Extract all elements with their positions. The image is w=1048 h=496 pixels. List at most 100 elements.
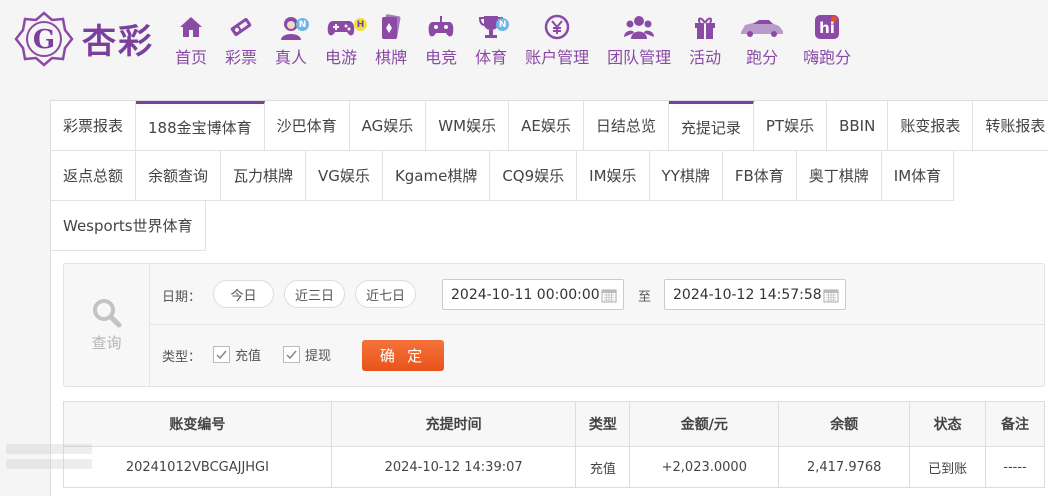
main-nav: 首页 彩票 N 真人 H 电游 棋牌 电竞 N 体育 账户管理 团队管理 活动 … — [166, 14, 860, 74]
deposit-checkbox-label: 充值 — [235, 349, 262, 364]
tab-ag-entertainment[interactable]: AG娱乐 — [349, 101, 427, 151]
nav-item-slots[interactable]: H 电游 — [316, 14, 368, 74]
start-date-input[interactable]: 2024-10-11 00:00:00 — [442, 279, 624, 310]
nav-item-sports[interactable]: N 体育 — [466, 14, 516, 74]
end-date-input[interactable]: 2024-10-12 14:57:58 — [664, 279, 846, 310]
nav-item-account[interactable]: 账户管理 — [516, 14, 598, 74]
svg-text:G: G — [33, 25, 55, 55]
nav-item-team[interactable]: 团队管理 — [598, 14, 680, 74]
brand-logo[interactable]: G 杏彩 — [14, 10, 164, 68]
last-3-days-button[interactable]: 近三日 — [284, 280, 345, 308]
deposit-checkbox[interactable]: 充值 — [213, 345, 261, 364]
start-date-value: 2024-10-11 00:00:00 — [451, 286, 600, 303]
lottery-icon — [226, 14, 256, 40]
cards-icon — [376, 14, 406, 40]
nav-item-pao[interactable]: 跑分 — [730, 14, 794, 74]
new-badge: N — [496, 18, 510, 31]
watermark-logo-icon — [6, 444, 92, 469]
confirm-button[interactable]: 确 定 — [362, 340, 444, 371]
tab-wesports[interactable]: Wesports世界体育 — [51, 201, 206, 251]
car-icon — [739, 14, 785, 40]
column-header: 余额 — [778, 401, 911, 447]
column-header: 类型 — [575, 401, 631, 447]
column-header: 充提时间 — [330, 401, 577, 447]
column-header: 备注 — [985, 401, 1045, 447]
tab-deposit-withdraw-records[interactable]: 充提记录 — [668, 101, 754, 151]
tab-rebate-total[interactable]: 返点总额 — [51, 151, 137, 201]
tab-saba-sports[interactable]: 沙巴体育 — [264, 101, 350, 151]
nav-item-cards[interactable]: 棋牌 — [366, 14, 416, 74]
team-icon — [624, 14, 655, 40]
tab-kgame-cards[interactable]: Kgame棋牌 — [382, 151, 491, 201]
check-icon — [216, 350, 227, 360]
esports-controller-icon — [426, 14, 456, 40]
nav-item-esports[interactable]: 电竞 — [416, 14, 466, 74]
check-icon — [286, 350, 297, 360]
tab-bbin[interactable]: BBIN — [827, 101, 889, 151]
nav-item-activities[interactable]: 活动 — [680, 14, 730, 74]
nav-item-label: 电游 — [325, 48, 358, 67]
query-form: 查询 日期： 今日 近三日 近七日 2024-10-11 00:00:00 至 … — [63, 263, 1045, 387]
brand-logo-icon: G — [14, 11, 74, 67]
tab-account-change-report[interactable]: 账变报表 — [888, 101, 974, 151]
nav-item-label: 棋牌 — [375, 48, 408, 67]
nav-item-lottery[interactable]: 彩票 — [216, 14, 266, 74]
calendar-icon — [601, 289, 617, 303]
nav-item-label: 真人 — [275, 48, 308, 67]
date-row: 日期： 今日 近三日 近七日 2024-10-11 00:00:00 至 202… — [150, 264, 1045, 325]
tab-wali-cards[interactable]: 瓦力棋牌 — [221, 151, 307, 201]
tab-im-entertainment[interactable]: IM娱乐 — [577, 151, 650, 201]
table-row: 20241012VBCGAJJHGI 2024-10-12 14:39:07 充… — [63, 446, 1045, 488]
last-7-days-button[interactable]: 近七日 — [355, 280, 416, 308]
query-side[interactable]: 查询 — [64, 264, 150, 386]
today-button[interactable]: 今日 — [213, 280, 274, 308]
nav-item-hi-pao[interactable]: hi 嗨跑分 — [794, 14, 860, 74]
type-label: 类型： — [162, 350, 202, 365]
tab-yy-cards[interactable]: YY棋牌 — [649, 151, 723, 201]
tab-vg-entertainment[interactable]: VG娱乐 — [306, 151, 383, 201]
nav-item-live[interactable]: N 真人 — [266, 14, 316, 74]
nav-item-label: 彩票 — [225, 48, 258, 67]
tab-wm-entertainment[interactable]: WM娱乐 — [426, 101, 510, 151]
records-table: 账变编号 充提时间 类型 金额/元 余额 状态 备注 20241012VBCGA… — [63, 401, 1045, 488]
record-time-cell: 2024-10-12 14:39:07 — [330, 446, 577, 488]
tab-pt-entertainment[interactable]: PT娱乐 — [753, 101, 828, 151]
home-icon — [176, 14, 206, 40]
tab-balance-query[interactable]: 余额查询 — [136, 151, 222, 201]
nav-item-label: 团队管理 — [607, 48, 672, 67]
tab-lottery-report[interactable]: 彩票报表 — [51, 101, 137, 151]
nav-item-label: 电竞 — [425, 48, 458, 67]
tab-cq9-entertainment[interactable]: CQ9娱乐 — [490, 151, 578, 201]
tab-odin-cards[interactable]: 奥丁棋牌 — [796, 151, 882, 201]
brand-name: 杏彩 — [82, 22, 154, 62]
checkbox-box — [283, 346, 300, 363]
date-label: 日期： — [162, 290, 202, 305]
header: G 杏彩 首页 彩票 N 真人 H 电游 棋牌 电竞 N 体育 账户管理 团队管… — [0, 0, 1048, 82]
tab-fb-sports[interactable]: FB体育 — [722, 151, 797, 201]
tab-im-sports[interactable]: IM体育 — [881, 151, 955, 201]
column-header: 状态 — [909, 401, 987, 447]
tab-188bet-sports[interactable]: 188金宝博体育 — [136, 101, 265, 151]
column-header: 账变编号 — [63, 401, 332, 447]
yen-coin-icon — [542, 14, 572, 40]
record-id-cell: 20241012VBCGAJJHGI — [63, 446, 332, 488]
svg-text:hi: hi — [819, 19, 835, 37]
tab-ae-entertainment[interactable]: AE娱乐 — [509, 101, 584, 151]
record-remark-cell: ----- — [985, 446, 1045, 488]
nav-item-label: 体育 — [475, 48, 508, 67]
checkbox-box — [213, 346, 230, 363]
gift-icon — [690, 14, 720, 40]
gamepad-icon — [326, 14, 356, 40]
nav-item-label: 首页 — [175, 48, 208, 67]
search-icon — [92, 298, 121, 327]
type-row: 类型： 充值 提现 确 定 — [150, 325, 1045, 386]
record-status-cell: 已到账 — [909, 446, 987, 488]
withdraw-checkbox[interactable]: 提现 — [283, 345, 331, 364]
tab-transfer-report[interactable]: 转账报表 — [973, 101, 1048, 151]
record-amount-cell: +2,023.0000 — [629, 446, 780, 488]
report-tabs: 彩票报表 188金宝博体育 沙巴体育 AG娱乐 WM娱乐 AE娱乐 日结总览 充… — [51, 101, 1048, 253]
nav-item-home[interactable]: 首页 — [166, 14, 216, 74]
tab-daily-overview[interactable]: 日结总览 — [583, 101, 669, 151]
column-header: 金额/元 — [629, 401, 780, 447]
nav-item-label: 活动 — [689, 48, 722, 67]
